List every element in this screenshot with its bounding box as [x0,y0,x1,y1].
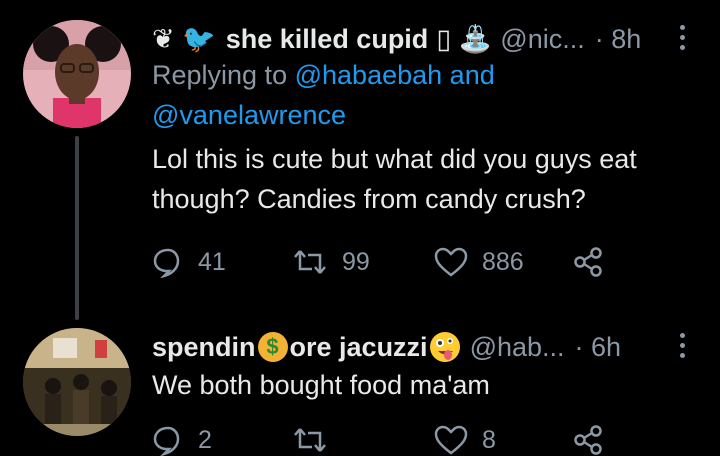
avatar-image [23,328,131,436]
username[interactable]: @hab... [470,332,565,363]
reply-icon [153,426,180,456]
display-name[interactable]: she killed cupid [226,24,429,55]
replying-to: Replying to @habaebah and @vanelawrence [152,55,700,135]
reply-button[interactable]: 41 [152,246,292,278]
reply-count: 2 [198,425,212,454]
more-icon[interactable] [672,325,692,365]
reply-icon [153,248,180,278]
name-suffix-icons: ▯ ⛲ [436,24,493,54]
mention-link[interactable]: @habaebah [295,60,443,90]
action-bar: 2 8 [152,424,604,456]
tweet-text-line: though? Candies from candy crush? [152,184,586,214]
avatar[interactable] [23,20,131,128]
retweet-count: 99 [342,247,370,276]
share-button[interactable] [572,246,604,278]
like-count: 886 [482,247,524,276]
action-bar: 41 99 886 [152,246,604,278]
display-name-part[interactable]: ore jacuzzi [290,332,428,363]
name-prefix-icons: ❦ 🐦 [152,24,216,54]
thread-line [75,136,79,320]
retweet-icon [294,250,326,274]
tweet-2[interactable]: spendin $ ore jacuzzi @hab... · 6h We bo… [0,320,720,456]
like-count: 8 [482,425,496,454]
tweet-header: spendin $ ore jacuzzi @hab... · 6h [152,325,700,369]
share-button[interactable] [572,424,604,456]
more-icon[interactable] [672,17,692,57]
retweet-icon [294,428,326,452]
reply-button[interactable]: 2 [152,424,292,456]
retweet-button[interactable]: 99 [292,247,434,277]
retweet-button[interactable] [292,425,434,455]
share-icon [574,247,602,277]
avatar[interactable] [23,328,131,436]
mention-link[interactable]: @vanelawrence [152,100,346,130]
like-button[interactable]: 886 [434,247,572,277]
avatar-image [23,20,131,128]
like-button[interactable]: 8 [434,425,572,455]
share-icon [574,425,602,455]
timestamp[interactable]: · 8h [595,24,642,55]
tweet-text-line: Lol this is cute but what did you guys e… [152,144,637,174]
zany-face-icon [429,332,460,362]
like-icon [434,425,468,455]
money-bag-icon: $ [257,332,288,362]
tweet-text: We both bought food ma'am [152,370,490,400]
username[interactable]: @nic... [500,24,584,55]
like-icon [434,247,468,277]
reply-count: 41 [198,247,226,276]
tweet-text: Lol this is cute but what did you guys e… [152,139,700,219]
timestamp[interactable]: · 6h [575,332,622,363]
replying-label: Replying to [152,60,288,90]
mention-joiner: and [449,60,495,90]
display-name-part[interactable]: spendin [152,332,256,363]
tweet-1[interactable]: ❦ 🐦 she killed cupid ▯ ⛲ @nic... · 8h Re… [0,0,720,320]
